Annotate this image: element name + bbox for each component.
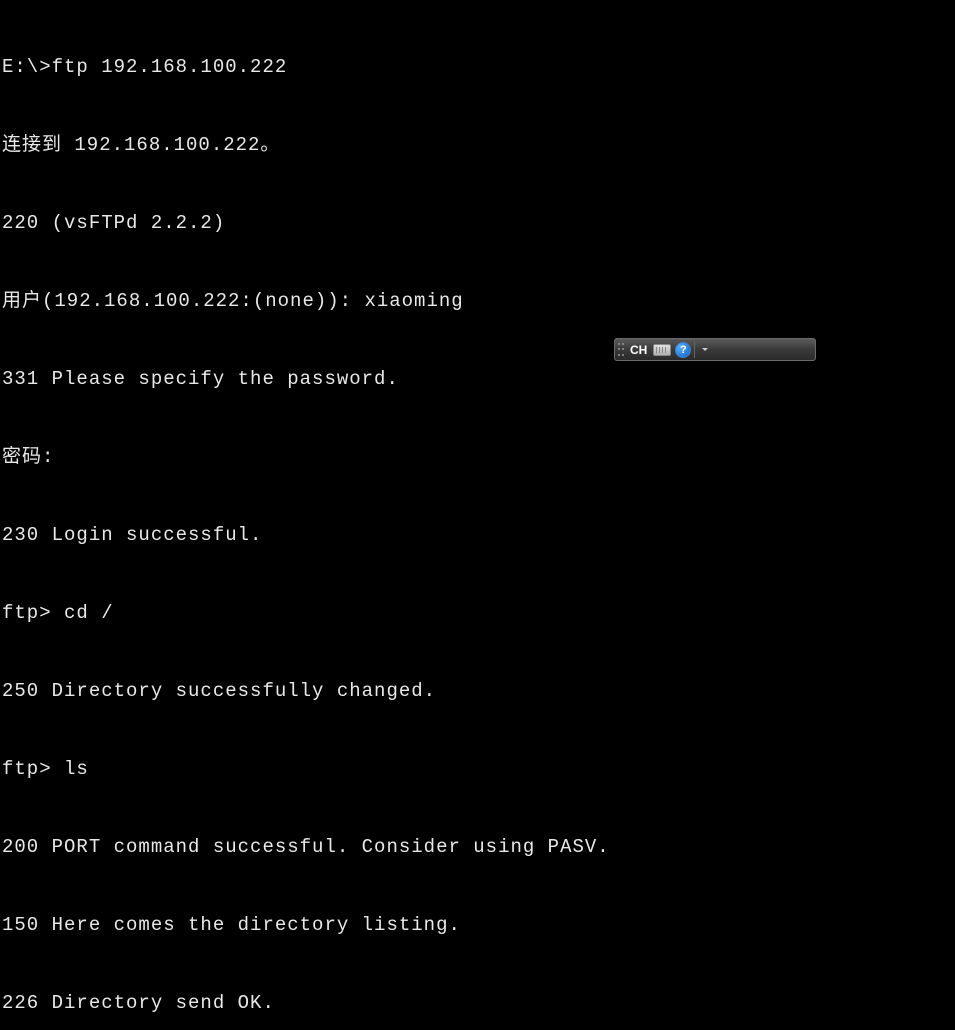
terminal-line: 331 Please specify the password. bbox=[2, 366, 955, 392]
terminal-line: 250 Directory successfully changed. bbox=[2, 678, 955, 704]
terminal-line: 密码: bbox=[2, 444, 955, 470]
language-code[interactable]: CH bbox=[630, 343, 647, 357]
terminal-line: 连接到 192.168.100.222。 bbox=[2, 132, 955, 158]
terminal-line: 150 Here comes the directory listing. bbox=[2, 912, 955, 938]
terminal-line: 220 (vsFTPd 2.2.2) bbox=[2, 210, 955, 236]
options-arrow-icon[interactable] bbox=[700, 342, 710, 358]
terminal-line: ftp> ls bbox=[2, 756, 955, 782]
terminal-window[interactable]: E:\>ftp 192.168.100.222 连接到 192.168.100.… bbox=[0, 0, 955, 1030]
divider bbox=[694, 342, 695, 358]
help-icon[interactable]: ? bbox=[675, 342, 691, 358]
terminal-line: 用户(192.168.100.222:(none)): xiaoming bbox=[2, 288, 955, 314]
terminal-line: ftp> cd / bbox=[2, 600, 955, 626]
terminal-line: 200 PORT command successful. Consider us… bbox=[2, 834, 955, 860]
keyboard-icon[interactable] bbox=[653, 343, 671, 357]
terminal-line: E:\>ftp 192.168.100.222 bbox=[2, 54, 955, 80]
grip-icon[interactable] bbox=[618, 342, 626, 358]
ime-language-bar[interactable]: CH ? bbox=[614, 338, 816, 361]
terminal-line: 226 Directory send OK. bbox=[2, 990, 955, 1016]
terminal-line: 230 Login successful. bbox=[2, 522, 955, 548]
